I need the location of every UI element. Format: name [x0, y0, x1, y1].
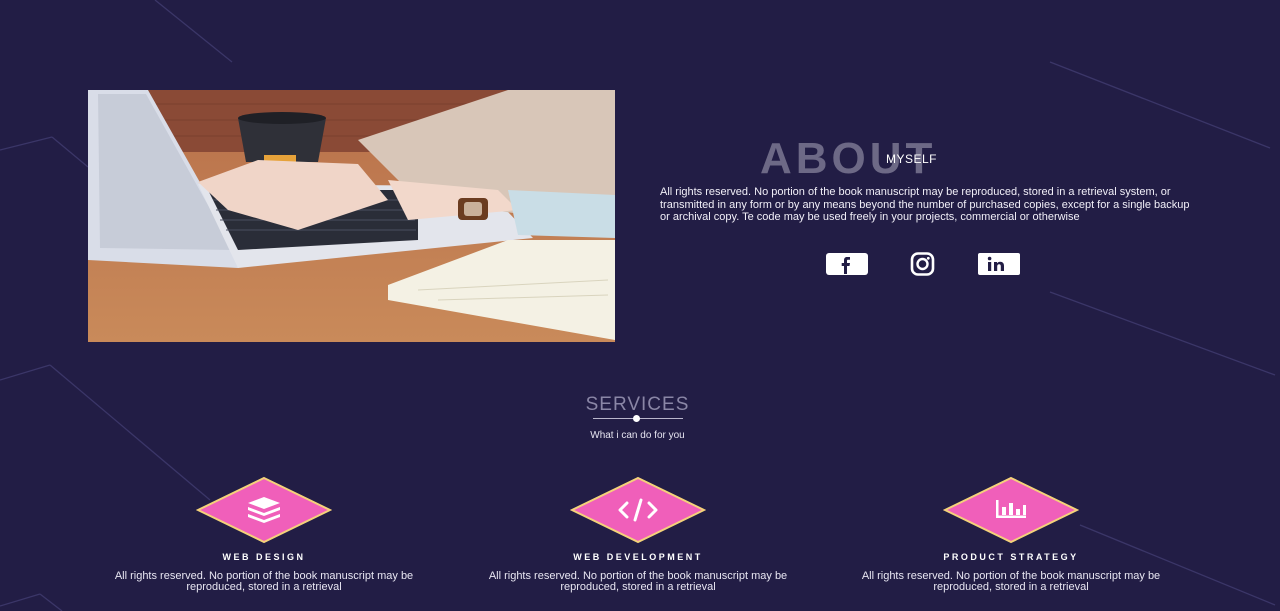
about-heading: ABOUT MYSELF [660, 130, 1190, 186]
service-description: All rights reserved. No portion of the b… [114, 570, 414, 593]
instagram-icon[interactable] [902, 252, 944, 276]
facebook-icon[interactable] [826, 252, 868, 276]
services-divider [592, 415, 683, 422]
layers-icon [196, 476, 332, 544]
services-subtitle: What i can do for you [590, 430, 685, 441]
chart-icon [943, 476, 1079, 544]
linkedin-icon[interactable] [978, 252, 1020, 276]
service-description: All rights reserved. No portion of the b… [861, 570, 1161, 593]
service-card-web-development[interactable]: WEB DEVELOPMENT All rights reserved. No … [478, 476, 798, 592]
about-photo [88, 90, 615, 342]
social-links [826, 252, 1054, 276]
services-title: SERVICES [585, 394, 690, 415]
service-description: All rights reserved. No portion of the b… [488, 570, 788, 593]
service-card-product-strategy[interactable]: PRODUCT STRATEGY All rights reserved. No… [851, 476, 1171, 592]
service-name: PRODUCT STRATEGY [943, 552, 1079, 562]
service-name: WEB DEVELOPMENT [573, 552, 703, 562]
services-header: SERVICES What i can do for you [0, 394, 1275, 441]
service-card-web-design[interactable]: WEB DESIGN All rights reserved. No porti… [104, 476, 424, 592]
code-icon [570, 476, 706, 544]
about-subtitle: MYSELF [886, 152, 938, 166]
divider-dot [632, 415, 640, 422]
about-section: ABOUT MYSELF All rights reserved. No por… [660, 130, 1190, 224]
about-text: All rights reserved. No portion of the b… [660, 186, 1190, 223]
service-name: WEB DESIGN [222, 552, 306, 562]
